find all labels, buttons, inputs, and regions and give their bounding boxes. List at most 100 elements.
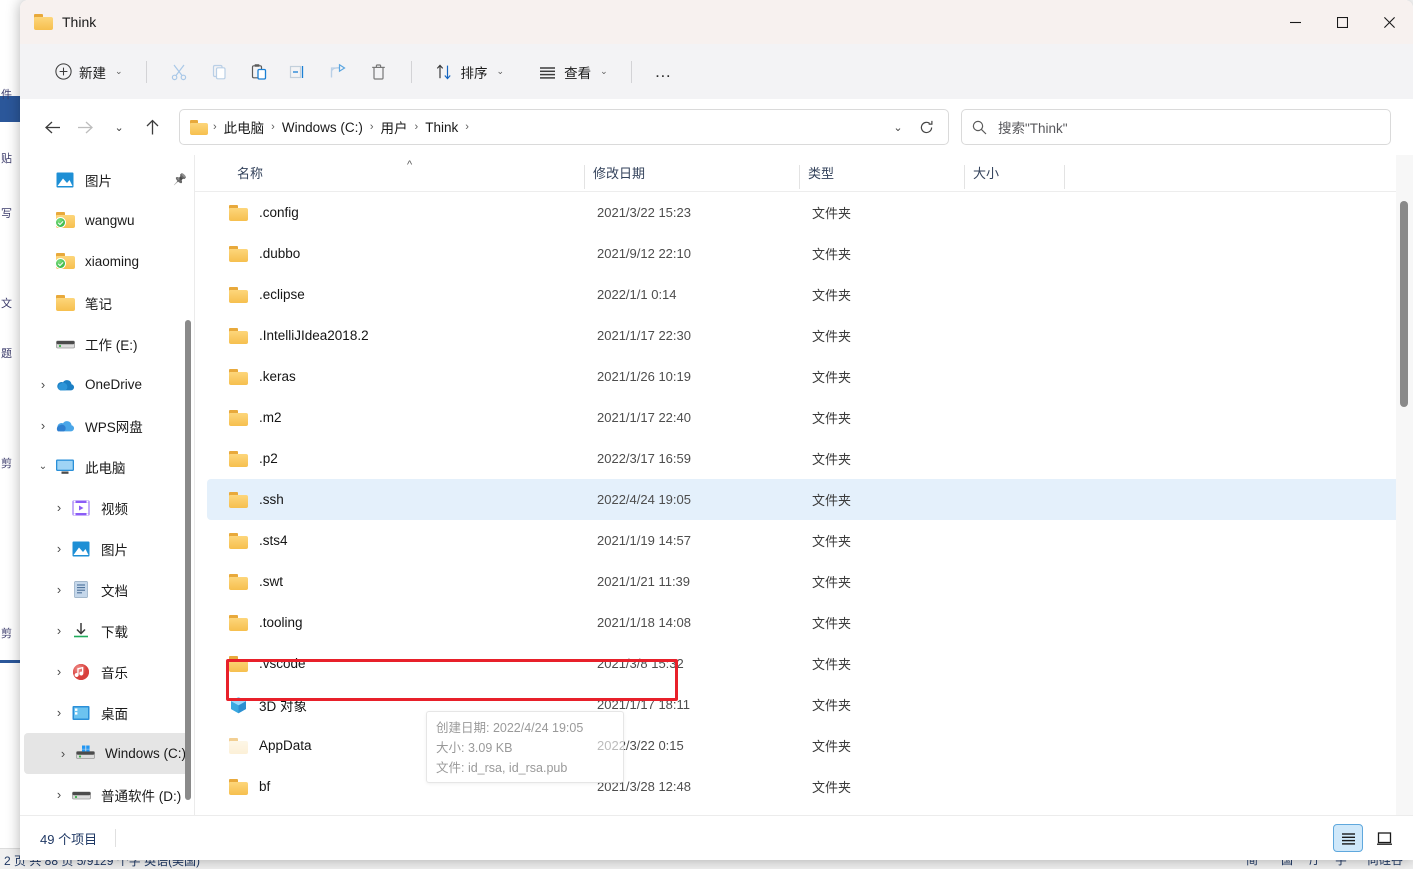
file-type-cell: 文件夹	[812, 534, 852, 549]
table-row[interactable]: .IntelliJIdea2018.2 2021/1/17 22:30 文件夹	[207, 315, 1405, 356]
table-row[interactable]: .swt 2021/1/21 11:39 文件夹	[207, 561, 1405, 602]
file-date-cell: 2022/1/1 0:14	[597, 287, 677, 302]
refresh-icon[interactable]	[912, 113, 940, 141]
table-row[interactable]: .dubbo 2021/9/12 22:10 文件夹	[207, 233, 1405, 274]
sidebar-item-onedrive[interactable]: › OneDrive	[20, 364, 195, 405]
address-bar[interactable]: › 此电脑 › Windows (C:) › 用户 › Think › ⌄	[179, 109, 949, 145]
table-row[interactable]: AppData 2022/3/22 0:15 文件夹	[207, 725, 1405, 766]
table-row[interactable]: .ssh 2022/4/24 19:05 文件夹	[207, 479, 1405, 520]
view-toggle-group	[1333, 824, 1399, 852]
breadcrumb-item-3[interactable]: Think	[420, 117, 463, 138]
cut-icon[interactable]	[159, 54, 199, 90]
sidebar-item-笔记[interactable]: 笔记	[20, 282, 195, 323]
sidebar-item-桌面[interactable]: › 桌面	[20, 692, 195, 733]
folder-icon	[55, 294, 75, 311]
sort-button[interactable]: 排序 ⌄	[424, 54, 516, 90]
chevron-right-icon[interactable]: ›	[52, 746, 74, 761]
sidebar-item-xiaoming[interactable]: xiaoming	[20, 241, 195, 282]
sidebar-item-wangwu[interactable]: wangwu	[20, 200, 195, 241]
sidebar-item-图片[interactable]: › 图片	[20, 528, 195, 569]
search-input[interactable]: 搜索"Think"	[961, 109, 1391, 145]
rename-icon[interactable]	[279, 54, 319, 90]
sidebar-item-label: 此电脑	[85, 460, 126, 476]
column-header-date[interactable]: 修改日期	[585, 163, 800, 191]
more-options-button[interactable]: …	[644, 54, 684, 90]
forward-button[interactable]	[69, 110, 102, 144]
breadcrumb-item-0[interactable]: 此电脑	[219, 114, 270, 140]
up-button[interactable]	[136, 110, 169, 144]
folder-icon	[229, 450, 248, 467]
table-row[interactable]: .p2 2022/3/17 16:59 文件夹	[207, 438, 1405, 479]
minimize-icon[interactable]	[1272, 0, 1319, 44]
chevron-down-icon: ⌄	[496, 66, 505, 76]
file-date-cell: 2021/1/17 22:30	[597, 328, 691, 343]
recent-locations-button[interactable]: ⌄	[103, 110, 136, 144]
plus-circle-icon	[55, 63, 72, 80]
table-row[interactable]: .eclipse 2022/1/1 0:14 文件夹	[207, 274, 1405, 315]
sidebar-item-音乐[interactable]: › 音乐	[20, 651, 195, 692]
file-list-scrollbar[interactable]	[1396, 155, 1413, 815]
videos-icon	[72, 500, 90, 516]
table-row[interactable]: .m2 2021/1/17 22:40 文件夹	[207, 397, 1405, 438]
table-row[interactable]: .tooling 2021/1/18 14:08 文件夹	[207, 602, 1405, 643]
sidebar-item-label: 音乐	[101, 665, 128, 681]
sidebar-scrollbar-thumb[interactable]	[185, 320, 191, 800]
chevron-right-icon[interactable]: ›	[48, 787, 70, 802]
sidebar-item-label: WPS网盘	[85, 419, 143, 435]
chevron-right-icon[interactable]: ›	[48, 705, 70, 720]
maximize-icon[interactable]	[1319, 0, 1366, 44]
breadcrumb-item-1[interactable]: Windows (C:)	[277, 117, 368, 138]
table-row[interactable]: bf 2021/3/28 12:48 文件夹	[207, 766, 1405, 807]
breadcrumb-separator: ›	[213, 121, 217, 133]
paste-icon[interactable]	[239, 54, 279, 90]
column-header-name[interactable]: 名称	[195, 163, 585, 191]
sidebar-item-视频[interactable]: › 视频	[20, 487, 195, 528]
table-row[interactable]: .vscode 2021/3/8 15:32 文件夹	[207, 643, 1405, 684]
sidebar-item-文档[interactable]: › 文档	[20, 569, 195, 610]
large-icons-view-icon[interactable]	[1369, 824, 1399, 852]
share-icon[interactable]	[319, 54, 359, 90]
new-button[interactable]: 新建 ⌄	[44, 54, 134, 90]
copy-icon[interactable]	[199, 54, 239, 90]
sidebar-icon-wrap	[54, 212, 76, 229]
file-name-cell: .swt	[207, 573, 597, 590]
table-row[interactable]: .sts4 2021/1/19 14:57 文件夹	[207, 520, 1405, 561]
details-view-icon[interactable]	[1333, 824, 1363, 852]
sidebar-item-普通软件-d-[interactable]: › 普通软件 (D:)	[20, 774, 195, 815]
view-button[interactable]: 查看 ⌄	[527, 54, 619, 90]
breadcrumb-item-2[interactable]: 用户	[376, 114, 413, 140]
file-list-scrollbar-thumb[interactable]	[1400, 201, 1408, 407]
chevron-right-icon[interactable]: ›	[32, 418, 54, 433]
back-button[interactable]	[36, 110, 69, 144]
file-name-cell: .vscode	[207, 655, 597, 672]
delete-icon[interactable]	[359, 54, 399, 90]
column-header-size[interactable]: 大小	[965, 163, 1065, 191]
pictures-icon	[72, 541, 90, 557]
table-row[interactable]: .config 2021/3/22 15:23 文件夹	[207, 192, 1405, 233]
file-date-cell: 2022/3/17 16:59	[597, 451, 691, 466]
file-type-cell: 文件夹	[812, 247, 852, 262]
close-icon[interactable]	[1366, 0, 1413, 44]
chevron-right-icon[interactable]: ›	[48, 541, 70, 556]
chevron-right-icon[interactable]: ›	[48, 582, 70, 597]
table-row[interactable]: .keras 2021/1/26 10:19 文件夹	[207, 356, 1405, 397]
chevron-right-icon[interactable]: ›	[48, 500, 70, 515]
table-row[interactable]: 3D 对象 2021/1/17 18:11 文件夹	[207, 684, 1405, 725]
sidebar-item-wps网盘[interactable]: › WPS网盘	[20, 405, 195, 446]
chevron-right-icon[interactable]: ›	[48, 664, 70, 679]
sidebar-item-图片[interactable]: 图片 📌	[20, 159, 195, 200]
chevron-right-icon[interactable]: ›	[48, 623, 70, 638]
sidebar-item-工作-e-[interactable]: 工作 (E:)	[20, 323, 195, 364]
column-header-type[interactable]: 类型	[800, 163, 965, 191]
sidebar-item-label: 笔记	[85, 296, 112, 312]
address-history-chevron-icon[interactable]: ⌄	[884, 113, 912, 141]
sidebar-item-下载[interactable]: › 下载	[20, 610, 195, 651]
file-date-cell: 2022/3/22 0:15	[597, 738, 684, 753]
tooltip-created-date: 创建日期: 2022/4/24 19:05	[436, 721, 584, 735]
sidebar-item-windows-c-[interactable]: › Windows (C:)	[24, 733, 191, 774]
chevron-down-icon[interactable]: ⌄	[32, 461, 54, 472]
chevron-right-icon[interactable]: ›	[32, 377, 54, 392]
sidebar-scrollbar[interactable]	[183, 155, 193, 815]
sidebar-item-此电脑[interactable]: ⌄ 此电脑	[20, 446, 195, 487]
file-date-cell: 2021/3/28 12:48	[597, 779, 691, 794]
